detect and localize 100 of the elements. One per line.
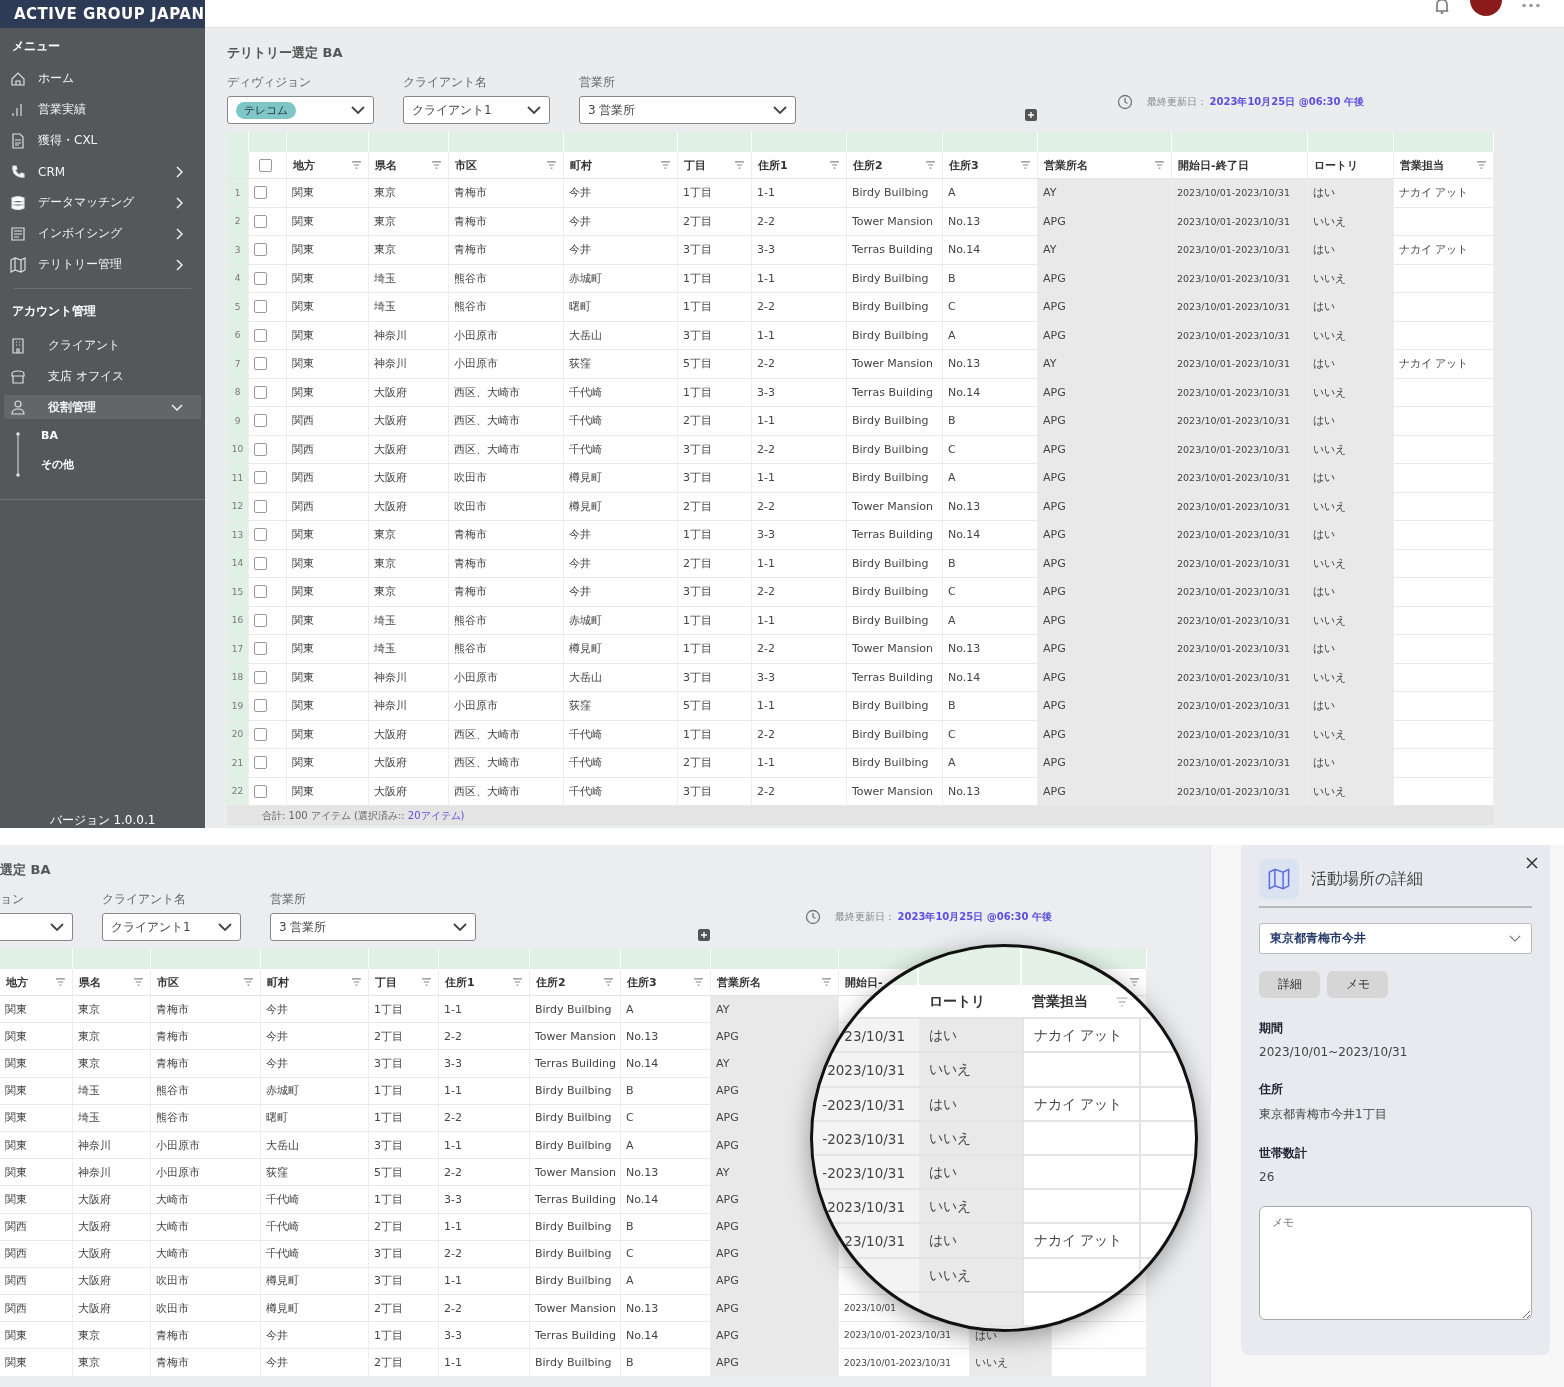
filter-icon[interactable] — [1020, 161, 1031, 169]
sidebar-item[interactable]: 獲得・CXL — [0, 125, 205, 156]
table-cell: 関東 — [287, 777, 369, 806]
row-checkbox[interactable] — [254, 699, 267, 713]
row-checkbox[interactable] — [254, 556, 267, 570]
row-checkbox[interactable] — [254, 670, 267, 684]
sidebar-item[interactable]: テリトリー管理 — [0, 249, 205, 280]
filter-icon[interactable] — [431, 161, 442, 169]
filter-select[interactable]: クライアント1 — [403, 96, 550, 124]
row-checkbox[interactable] — [254, 528, 267, 542]
filter-icon[interactable] — [734, 161, 745, 169]
column-header[interactable]: 住所3 — [621, 969, 711, 996]
table-cell: いいえ — [929, 1061, 971, 1080]
sidebar-item[interactable]: データマッチング — [0, 187, 205, 218]
filter-icon[interactable] — [55, 978, 66, 986]
row-checkbox[interactable] — [254, 385, 267, 399]
column-header[interactable]: 住所2 — [530, 969, 621, 996]
row-checkbox[interactable] — [254, 186, 267, 200]
row-checkbox[interactable] — [254, 613, 267, 627]
row-checkbox[interactable] — [254, 357, 267, 371]
row-checkbox[interactable] — [254, 642, 267, 656]
row-checkbox[interactable] — [254, 271, 267, 285]
column-header[interactable]: 県名 — [369, 152, 449, 179]
filter-icon[interactable] — [351, 161, 362, 169]
row-checkbox[interactable] — [254, 414, 267, 428]
table-cell: APG — [1038, 492, 1172, 521]
row-checkbox[interactable] — [254, 442, 267, 456]
column-header[interactable]: 住所1 — [439, 969, 530, 996]
filter-icon[interactable] — [603, 978, 614, 986]
row-checkbox[interactable] — [254, 243, 267, 257]
filter-icon[interactable] — [421, 978, 432, 986]
filter-icon[interactable] — [660, 161, 671, 169]
column-header[interactable]: 地方 — [0, 969, 73, 996]
column-header[interactable]: 市区 — [151, 969, 261, 996]
column-header[interactable]: ロートリ — [1308, 152, 1394, 179]
column-header[interactable]: 住所3 — [943, 152, 1038, 179]
panel-button[interactable]: メモ — [1327, 971, 1388, 998]
column-header[interactable]: 住所1 — [752, 152, 847, 179]
sidebar-item[interactable]: CRM — [0, 156, 205, 187]
location-select[interactable]: 東京都青梅市今井 — [1259, 923, 1532, 954]
table-cell: 1丁目 — [369, 1104, 439, 1132]
filter-icon[interactable] — [243, 978, 254, 986]
column-header[interactable]: 市区 — [449, 152, 564, 179]
sidebar-item[interactable]: クライアント — [0, 330, 205, 361]
close-icon[interactable] — [1526, 857, 1538, 869]
row-checkbox[interactable] — [254, 300, 267, 314]
column-header[interactable]: 町村 — [261, 969, 369, 996]
row-checkbox[interactable] — [254, 471, 267, 485]
add-icon[interactable] — [1025, 109, 1037, 121]
filter-select[interactable]: テレコム — [227, 96, 374, 124]
sidebar-item[interactable]: インボイシング — [0, 218, 205, 249]
column-header[interactable]: 丁目 — [369, 969, 439, 996]
table-cell: 吹田市 — [449, 492, 564, 521]
filter-icon[interactable] — [925, 161, 936, 169]
table-cell: 2丁目 — [678, 549, 752, 578]
column-header[interactable]: 地方 — [287, 152, 369, 179]
select-all-checkbox[interactable] — [259, 158, 272, 172]
sidebar-subitem[interactable]: その他 — [41, 457, 74, 472]
row-checkbox[interactable] — [254, 328, 267, 342]
row-checkbox[interactable] — [254, 499, 267, 513]
row-checkbox[interactable] — [254, 756, 267, 770]
column-header[interactable]: 丁目 — [678, 152, 752, 179]
sidebar-item[interactable]: ホーム — [0, 63, 205, 94]
filter-select[interactable]: クライアント1 — [102, 913, 241, 941]
column-header[interactable]: 営業担当 — [1394, 152, 1494, 179]
filter-icon[interactable] — [821, 978, 832, 986]
filter-select[interactable]: 3 営業所 — [579, 96, 796, 124]
selected-link[interactable]: 20アイテム) — [407, 810, 465, 821]
row-checkbox[interactable] — [254, 784, 267, 798]
column-header[interactable]: 営業所名 — [711, 969, 839, 996]
filter-icon[interactable] — [546, 161, 557, 169]
row-checkbox[interactable] — [254, 727, 267, 741]
filter-select[interactable]: 3 営業所 — [270, 913, 476, 941]
table-cell: No.13 — [943, 777, 1038, 806]
sidebar-item[interactable]: 支店 オフイス — [0, 361, 205, 392]
filter-icon[interactable] — [351, 978, 362, 986]
column-header[interactable]: 町村 — [564, 152, 678, 179]
column-header[interactable]: 住所2 — [847, 152, 943, 179]
row-checkbox[interactable] — [254, 585, 267, 599]
table-cell: Tower Mansion — [847, 492, 943, 521]
column-header[interactable]: 開始日-終了日 — [1172, 152, 1308, 179]
column-header[interactable]: 営業所名 — [1038, 152, 1172, 179]
row-checkbox[interactable] — [254, 214, 267, 228]
filter-icon[interactable] — [512, 978, 523, 986]
add-icon[interactable] — [698, 929, 710, 941]
filter-icon[interactable] — [1129, 978, 1140, 986]
filter-select[interactable] — [0, 913, 73, 941]
filter-icon[interactable] — [1154, 161, 1165, 169]
filter-icon[interactable] — [133, 978, 144, 986]
filter-icon[interactable] — [1476, 161, 1487, 169]
sidebar-subitem[interactable]: BA — [41, 429, 74, 442]
filter-icon[interactable] — [693, 978, 704, 986]
column-header[interactable]: 県名 — [73, 969, 151, 996]
table-cell: 小田原市 — [449, 663, 564, 692]
memo-field[interactable]: メモ — [1259, 1206, 1532, 1320]
sidebar-item[interactable]: 営業実績 — [0, 94, 205, 125]
sidebar-item[interactable]: 役割管理 — [4, 395, 201, 419]
row-number: 10 — [227, 435, 249, 464]
filter-icon[interactable] — [829, 161, 840, 169]
panel-button[interactable]: 詳細 — [1259, 971, 1320, 998]
